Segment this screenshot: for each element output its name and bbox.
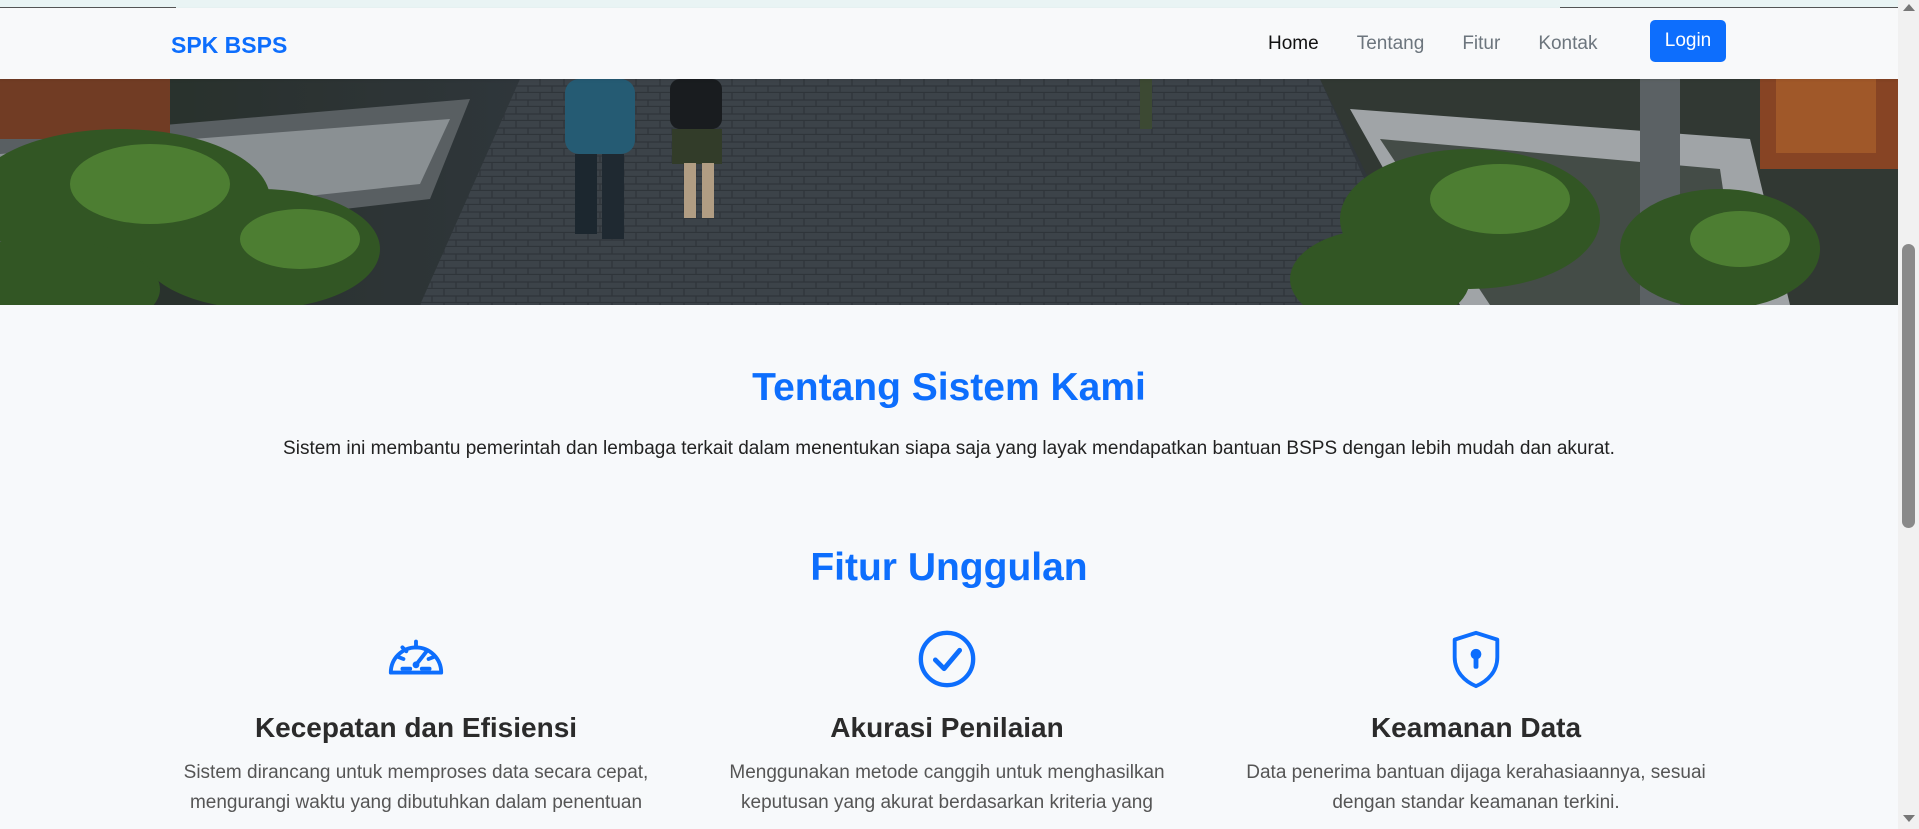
scroll-thumb[interactable] <box>1902 244 1915 528</box>
scroll-down-arrow-icon[interactable] <box>1903 815 1915 822</box>
login-button[interactable]: Login <box>1650 20 1726 62</box>
feature-title: Akurasi Penilaian <box>830 712 1064 743</box>
navbar: SPK BSPS Home Tentang Fitur Kontak Login <box>0 8 1898 79</box>
features-title: Fitur Unggulan <box>810 546 1088 589</box>
nav-link-fitur[interactable]: Fitur <box>1462 33 1500 55</box>
top-edge <box>0 0 1898 9</box>
feature-card-security: Keamanan Data Data penerima bantuan dija… <box>1226 628 1726 818</box>
feature-description: Menggunakan metode canggih untuk menghas… <box>729 762 1165 813</box>
nav-link-home[interactable]: Home <box>1268 33 1319 55</box>
feature-title: Keamanan Data <box>1370 712 1582 743</box>
hero-image <box>0 79 1898 305</box>
vertical-scrollbar[interactable] <box>1898 0 1919 829</box>
feature-card-speed: Kecepatan dan Efisiensi Sistem dirancang… <box>166 628 666 818</box>
about-description: Sistem ini membantu pemerintah dan lemba… <box>283 438 1615 459</box>
feature-description: Sistem dirancang untuk memproses data se… <box>183 762 649 813</box>
feature-card-accuracy: Akurasi Penilaian Menggunakan metode can… <box>697 628 1197 818</box>
nav-link-tentang[interactable]: Tentang <box>1357 33 1425 55</box>
about-title: Tentang Sistem Kami <box>752 366 1146 409</box>
page-viewport: SPK BSPS Home Tentang Fitur Kontak Login <box>0 0 1898 829</box>
nav-link-kontak[interactable]: Kontak <box>1538 33 1597 55</box>
shield-lock-icon <box>1452 630 1500 689</box>
nav-links: Home Tentang Fitur Kontak <box>1268 33 1597 55</box>
brand-logo-link[interactable]: SPK BSPS <box>171 32 287 59</box>
feature-title: Kecepatan dan Efisiensi <box>254 712 578 743</box>
check-circle-icon <box>918 630 976 688</box>
scroll-up-arrow-icon[interactable] <box>1903 4 1915 11</box>
speedometer-icon <box>388 639 444 675</box>
feature-description: Data penerima bantuan dijaga kerahasiaan… <box>1246 762 1706 813</box>
